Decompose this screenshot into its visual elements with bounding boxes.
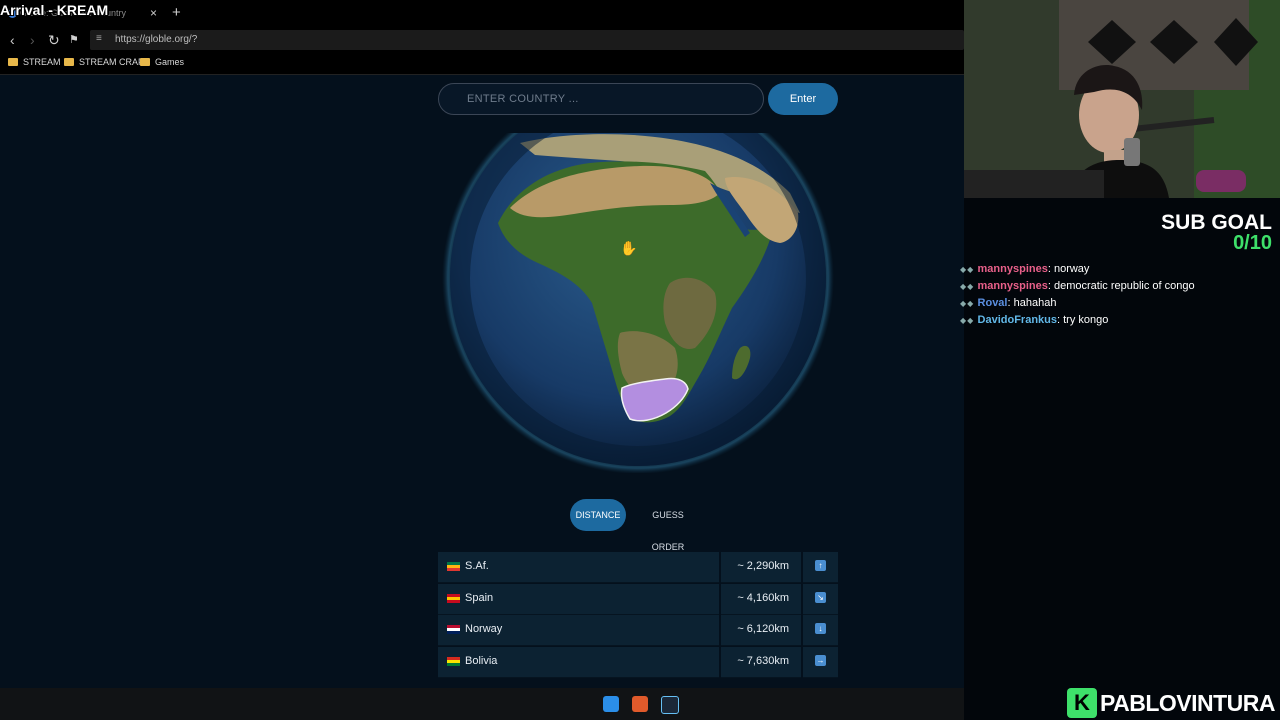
sub-goal-count: 0/10	[1233, 232, 1272, 254]
windows-start-icon[interactable]	[603, 696, 619, 712]
country-flag-icon	[447, 656, 460, 666]
guess-distance-cell: ~ 7,630km	[721, 646, 801, 678]
guess-distance: ~ 4,160km	[737, 591, 789, 604]
hand-cursor-icon: ✋	[620, 240, 637, 256]
guess-direction-cell: →	[803, 646, 838, 678]
webcam-image	[964, 0, 1280, 198]
chat-text: hahahah	[1013, 297, 1057, 309]
close-tab-icon[interactable]: ×	[150, 6, 157, 20]
bookmarks-bar: STREAM STREAM CRAP Games	[0, 52, 964, 75]
guess-country-name: Norway	[465, 623, 503, 635]
url-text: https://globle.org/?	[115, 34, 198, 45]
chat-text: democratic republic of congo	[1053, 280, 1195, 292]
stream-chat: ◆◆ mannyspines: norway ◆◆ mannyspines: de…	[960, 261, 1260, 329]
globe-map[interactable]: ✋	[420, 82, 840, 474]
streamer-name: PABLOVINTURA	[1100, 690, 1276, 716]
bookmark-folder-games[interactable]: Games	[140, 57, 184, 67]
chat-username[interactable]: mannyspines	[978, 263, 1048, 275]
guess-distance-cell: ~ 6,120km	[721, 615, 801, 646]
taskbar	[0, 688, 964, 720]
guess-row: S.Af. ~ 2,290km ↑	[438, 552, 838, 583]
chat-username[interactable]: DavidoFrankus	[978, 314, 1057, 326]
guess-distance: ~ 2,290km	[737, 560, 789, 572]
chat-message: ◆◆ mannyspines: democratic republic of c…	[960, 278, 1260, 295]
bookmark-folder-stream[interactable]: STREAM	[8, 57, 61, 67]
guess-country-cell: Bolivia	[438, 646, 719, 678]
tab-bar: Globle: Guess the Country × + Arrival - …	[0, 0, 964, 28]
folder-icon	[8, 58, 18, 66]
steam-icon[interactable]	[661, 696, 679, 714]
chat-badges-icon: ◆◆	[960, 265, 978, 274]
chat-message: ◆◆ Roval: hahahah	[960, 295, 1260, 312]
back-button[interactable]: ‹	[10, 32, 15, 48]
guess-country-name: Bolivia	[465, 654, 498, 667]
guess-direction-cell: ↑	[803, 552, 838, 583]
guess-distance-cell: ~ 2,290km	[721, 552, 801, 583]
guess-country-name: S.Af.	[465, 560, 489, 572]
guess-distance-cell: ~ 4,160km	[721, 583, 801, 615]
chat-message: ◆◆ mannyspines: norway	[960, 261, 1260, 278]
folder-icon	[64, 58, 74, 66]
chat-text: norway	[1053, 263, 1090, 275]
globle-page: ENTER COUNTRY ... Enter ✋ DISTANCE GUESS…	[0, 75, 964, 688]
reload-button[interactable]: ↻	[48, 32, 60, 48]
guess-country-cell: Norway	[438, 615, 719, 646]
country-flag-icon	[447, 625, 460, 634]
guess-row: Norway ~ 6,120km ↓	[438, 615, 838, 646]
brave-browser-icon[interactable]	[632, 696, 648, 712]
chat-badges-icon: ◆◆	[960, 282, 978, 291]
folder-icon	[140, 58, 150, 66]
site-settings-icon[interactable]: ≡	[96, 33, 102, 44]
chat-username[interactable]: mannyspines	[978, 280, 1048, 292]
globe[interactable]: ✋	[420, 82, 840, 474]
bookmark-icon[interactable]: ⚑	[69, 32, 79, 48]
webcam-feed	[964, 0, 1280, 198]
bookmark-folder-stream-crap[interactable]: STREAM CRAP	[64, 57, 144, 67]
direction-arrow-icon: ↘	[815, 591, 826, 603]
guess-order-mode-button[interactable]: GUESS ORDER	[636, 499, 700, 552]
search-placeholder: ENTER COUNTRY ...	[467, 93, 579, 105]
guess-distance: ~ 7,630km	[737, 654, 789, 667]
guess-distance: ~ 6,120km	[737, 623, 789, 635]
distance-mode-button[interactable]: DISTANCE	[570, 499, 626, 531]
stream-song-title: Arrival - KREAM	[0, 2, 109, 18]
guess-country-cell: Spain	[438, 583, 719, 615]
guess-row: Bolivia ~ 7,630km →	[438, 646, 838, 678]
streamer-brand: K PABLOVINTURA	[1067, 688, 1280, 720]
guess-country-name: Spain	[465, 591, 494, 604]
chat-text: try kongo	[1063, 314, 1109, 326]
nav-bar: ‹ › ↻ ⚑ ≡ https://globle.org/?	[0, 28, 964, 52]
forward-button[interactable]: ›	[30, 32, 35, 48]
country-search-input[interactable]: ENTER COUNTRY ...	[438, 83, 764, 115]
address-bar[interactable]: ≡ https://globle.org/?	[90, 30, 964, 50]
direction-arrow-icon: →	[815, 654, 826, 666]
chat-message: ◆◆ DavidoFrankus: try kongo	[960, 312, 1260, 329]
guess-country-cell: S.Af.	[438, 552, 719, 583]
country-flag-icon	[447, 562, 460, 571]
guess-direction-cell: ↘	[803, 583, 838, 615]
direction-arrow-icon: ↑	[815, 560, 826, 571]
new-tab-button[interactable]: +	[172, 4, 181, 21]
guess-direction-cell: ↓	[803, 615, 838, 646]
chat-badges-icon: ◆◆	[960, 316, 978, 325]
enter-button[interactable]: Enter	[768, 83, 838, 115]
country-flag-icon	[447, 593, 460, 603]
chat-badges-icon: ◆◆	[960, 299, 978, 308]
browser-window: Globle: Guess the Country × + Arrival - …	[0, 0, 964, 688]
chat-username[interactable]: Roval	[978, 297, 1008, 309]
direction-arrow-icon: ↓	[815, 623, 826, 634]
kick-logo-icon: K	[1067, 688, 1097, 718]
guess-row: Spain ~ 4,160km ↘	[438, 583, 838, 615]
